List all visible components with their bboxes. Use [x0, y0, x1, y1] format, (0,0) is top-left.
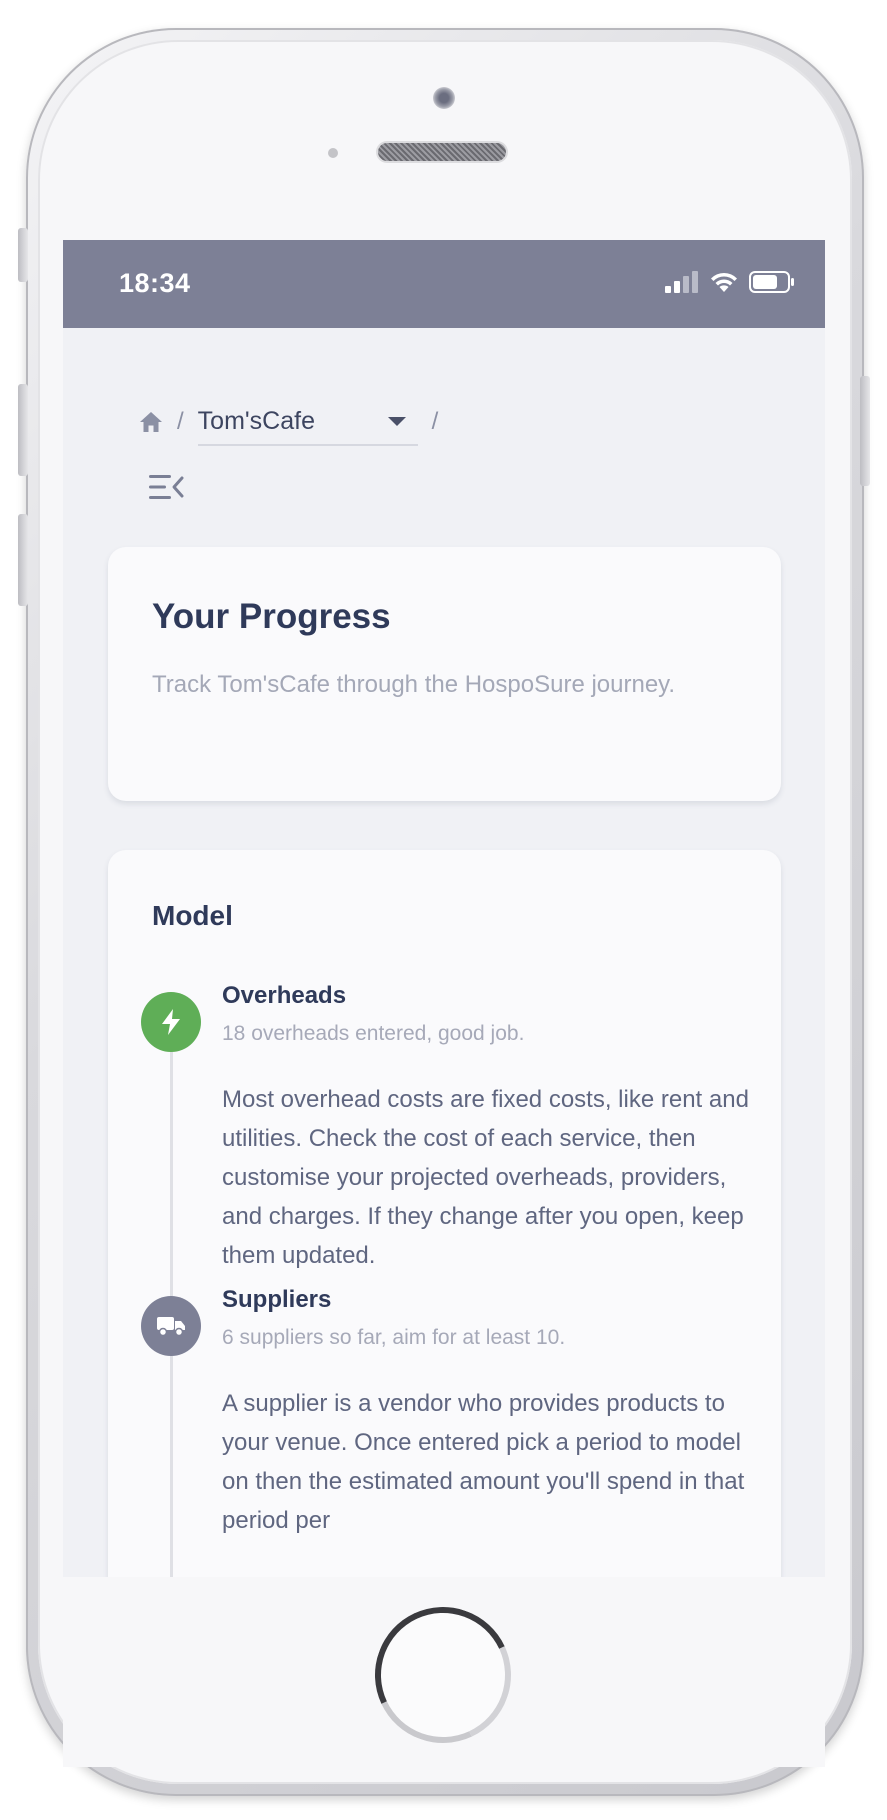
menu-collapse-icon[interactable] — [149, 472, 185, 502]
progress-card: Your Progress Track Tom'sCafe through th… — [108, 547, 781, 801]
battery-icon — [749, 271, 794, 293]
step-description: Most overhead costs are fixed costs, lik… — [222, 1086, 749, 1269]
progress-subtitle: Track Tom'sCafe through the HospoSure jo… — [152, 671, 676, 698]
volume-up-button — [18, 384, 28, 476]
silent-switch — [18, 228, 28, 282]
model-card: Model Overheads 18 overheads entered, go… — [108, 850, 781, 1577]
chevron-down-icon — [387, 416, 406, 426]
breadcrumb-separator: / — [177, 408, 184, 435]
status-time: 18:34 — [119, 268, 191, 298]
step-meta: 18 overheads entered, good job. — [222, 1022, 525, 1045]
lightning-icon — [162, 1009, 180, 1035]
proximity-sensor — [328, 148, 338, 158]
venue-select-value: Tom'sCafe — [197, 406, 315, 435]
step-title: Overheads — [222, 982, 347, 1009]
timeline-line — [170, 1010, 173, 1577]
volume-down-button — [18, 514, 28, 606]
step-status-badge — [141, 1296, 201, 1356]
front-camera — [433, 87, 455, 109]
status-icons — [665, 270, 795, 294]
wifi-icon — [711, 272, 737, 292]
signal-icon — [665, 271, 698, 293]
power-button — [860, 376, 870, 486]
step-description: A supplier is a vendor who provides prod… — [222, 1390, 745, 1534]
earpiece-speaker — [378, 143, 506, 161]
venue-select[interactable]: Tom'sCafe — [197, 398, 418, 446]
status-bar: 18:34 — [63, 240, 825, 328]
step-meta: 6 suppliers so far, aim for at least 10. — [222, 1326, 566, 1349]
step-title: Suppliers — [222, 1286, 332, 1313]
step-status-badge — [141, 992, 201, 1052]
truck-icon — [157, 1317, 185, 1337]
home-icon[interactable] — [139, 411, 163, 433]
breadcrumb: / Tom'sCafe / — [139, 398, 452, 446]
progress-title: Your Progress — [152, 597, 391, 636]
model-title: Model — [152, 900, 233, 931]
breadcrumb-separator: / — [431, 408, 439, 435]
app-screen: 18:34 / Tom'sCafe / Your Progress Track … — [63, 240, 825, 1577]
